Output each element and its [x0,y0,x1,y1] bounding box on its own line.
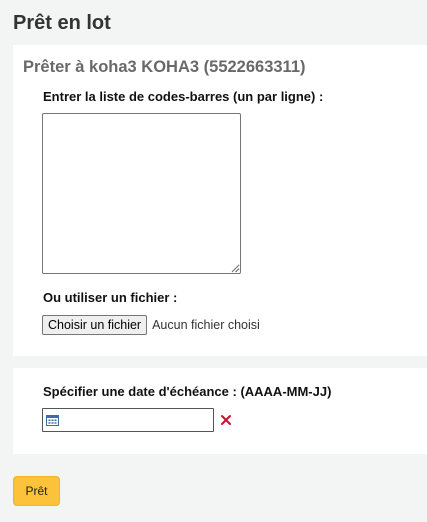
due-date-panel: Spécifier une date d'échéance : (AAAA-MM… [13,368,427,454]
file-label: Ou utiliser un fichier : [43,290,178,305]
due-date-input[interactable] [63,409,215,431]
calendar-icon[interactable] [46,414,59,426]
barcodes-label: Entrer la liste de codes-barres (un par … [43,89,324,104]
clear-date-icon[interactable] [220,414,232,426]
checkout-panel: Prêter à koha3 KOHA3 (5522663311) Entrer… [13,45,427,356]
due-date-row [42,408,232,432]
patron-heading: Prêter à koha3 KOHA3 (5522663311) [23,58,306,76]
file-status: Aucun fichier choisi [152,318,260,332]
due-date-field[interactable] [42,408,215,432]
checkout-submit-button[interactable]: Prêt [13,476,60,506]
barcodes-textarea[interactable] [42,113,241,274]
file-picker: Choisir un fichier Aucun fichier choisi [42,315,260,335]
choose-file-button[interactable]: Choisir un fichier [42,315,148,335]
page-title: Prêt en lot [13,12,111,34]
due-date-label: Spécifier une date d'échéance : (AAAA-MM… [43,384,332,399]
